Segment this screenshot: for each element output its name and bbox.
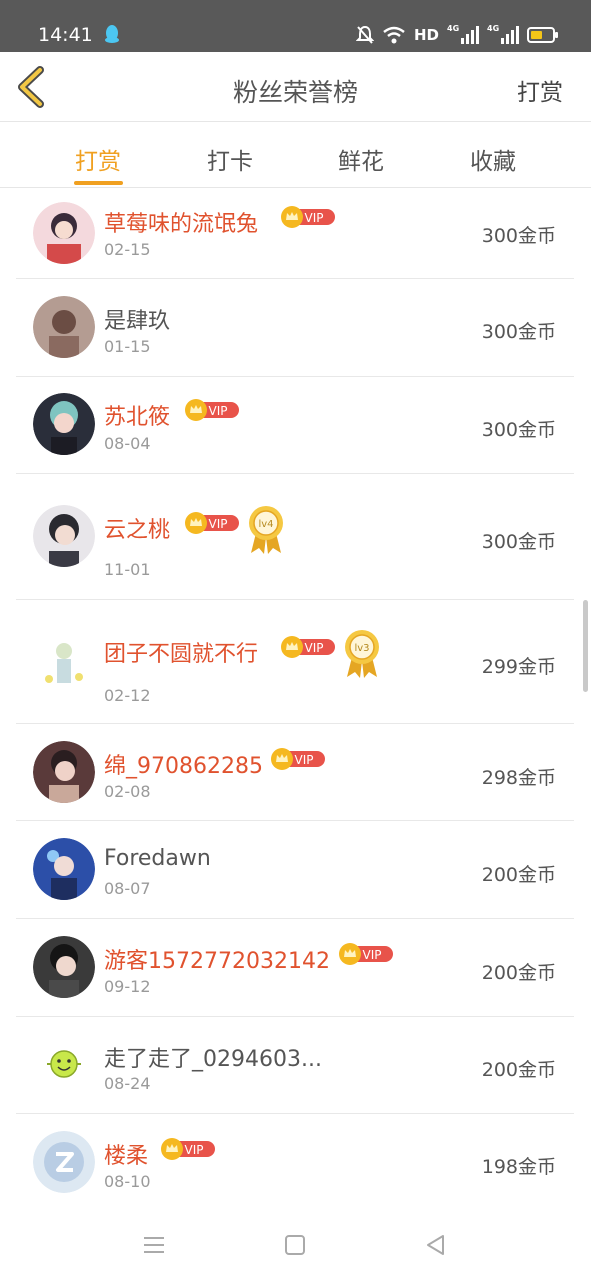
header: 粉丝荣誉榜 打赏 — [0, 52, 591, 122]
avatar — [33, 838, 95, 900]
list-item[interactable]: Foredawn 08-07 200金币 — [16, 821, 574, 919]
reward-amount: 299金币 — [481, 656, 556, 678]
network-type-label: 4G — [447, 24, 460, 33]
user-name: 云之桃 — [104, 518, 171, 543]
reward-amount: 300金币 — [481, 419, 556, 441]
avatar — [33, 936, 95, 998]
avatar — [33, 1033, 95, 1095]
reward-date: 02-12 — [104, 686, 151, 705]
reward-amount: 198金币 — [481, 1156, 556, 1178]
reward-amount: 298金币 — [481, 767, 556, 789]
level-medal-icon: lv4 — [249, 506, 283, 554]
vip-badge-text: VIP — [209, 404, 228, 418]
user-name: 游客1572772032142 — [104, 949, 330, 974]
status-bar: 14:41 HD 4G 4G — [0, 0, 591, 52]
tab-checkin[interactable]: 打卡 — [190, 142, 270, 176]
reward-date: 08-07 — [104, 879, 151, 898]
list-item[interactable]: 是肆玖 01-15 300金币 — [16, 279, 574, 377]
list-item[interactable]: 团子不圆就不行 VIP lv3 02-12 299金币 — [16, 600, 574, 724]
back-triangle-icon[interactable] — [423, 1232, 449, 1258]
vip-badge-icon: VIP — [185, 399, 239, 421]
reward-date: 08-04 — [104, 434, 151, 453]
reward-amount: 200金币 — [481, 962, 556, 984]
avatar — [33, 631, 95, 693]
user-name: 苏北筱 — [104, 405, 171, 430]
tab-bar: 打赏 打卡 鲜花 收藏 — [0, 122, 591, 188]
reward-amount: 300金币 — [481, 531, 556, 553]
reward-amount: 300金币 — [481, 225, 556, 247]
user-name: 草莓味的流氓兔 — [104, 212, 259, 237]
tab-reward[interactable]: 打赏 — [58, 142, 138, 176]
list-item[interactable]: 走了走了_0294603... 08-24 200金币 — [16, 1017, 574, 1114]
avatar — [33, 505, 95, 567]
page-title: 粉丝荣誉榜 — [232, 78, 358, 107]
reward-date: 01-15 — [104, 337, 151, 356]
hd-label: HD — [413, 26, 439, 44]
medal-level-text: lv4 — [258, 519, 273, 530]
reward-amount: 300金币 — [481, 321, 556, 343]
battery-icon — [527, 27, 558, 43]
list-item[interactable]: 绵_970862285 VIP 02-08 298金币 — [16, 724, 574, 821]
menu-icon[interactable] — [141, 1232, 167, 1258]
reward-date: 08-24 — [104, 1074, 151, 1093]
tab-indicator — [74, 181, 123, 185]
qq-penguin-icon — [105, 25, 119, 43]
home-square-icon[interactable] — [282, 1232, 308, 1258]
vip-badge-icon: VIP — [281, 636, 335, 658]
user-name: 绵_970862285 — [104, 754, 263, 779]
scrollbar[interactable] — [583, 600, 588, 692]
vip-badge-icon: VIP — [339, 943, 393, 965]
reward-date: 09-12 — [104, 977, 151, 996]
avatar — [33, 393, 95, 455]
user-name: 团子不圆就不行 — [104, 642, 259, 667]
tab-flowers[interactable]: 鲜花 — [321, 142, 401, 176]
medal-level-text: lv3 — [354, 643, 369, 654]
network-type-label-2: 4G — [487, 24, 500, 33]
list-item[interactable]: 云之桃 VIP lv4 11-01 300金币 — [16, 474, 574, 600]
vip-badge-text: VIP — [295, 753, 314, 767]
list-item[interactable]: 楼柔 VIP 08-10 198金币 — [16, 1114, 574, 1210]
reward-amount: 200金币 — [481, 864, 556, 886]
wifi-icon — [383, 26, 405, 44]
user-name: 楼柔 — [104, 1144, 149, 1169]
list-item[interactable]: 苏北筱 VIP 08-04 300金币 — [16, 377, 574, 474]
avatar — [33, 1131, 95, 1193]
vip-badge-icon: VIP — [281, 206, 335, 228]
reward-amount: 200金币 — [481, 1059, 556, 1081]
avatar — [33, 202, 95, 264]
vip-badge-text: VIP — [363, 948, 382, 962]
status-time: 14:41 — [38, 24, 93, 46]
vip-badge-text: VIP — [185, 1143, 204, 1157]
user-name: 走了走了_0294603... — [104, 1047, 322, 1072]
system-nav-bar — [0, 1210, 591, 1280]
vip-badge-text: VIP — [209, 517, 228, 531]
reward-button[interactable]: 打赏 — [517, 73, 563, 107]
reward-date: 08-10 — [104, 1172, 151, 1191]
avatar — [33, 296, 95, 358]
list-item[interactable]: 游客1572772032142 VIP 09-12 200金币 — [16, 919, 574, 1017]
vip-badge-text: VIP — [305, 641, 324, 655]
signal-icon-2: 4G — [487, 24, 519, 44]
list-item[interactable]: 草莓味的流氓兔 VIP 02-15 300金币 — [16, 189, 574, 279]
level-medal-icon: lv3 — [345, 630, 379, 678]
reward-date: 02-15 — [104, 240, 151, 259]
user-name: 是肆玖 — [104, 309, 171, 334]
mute-bell-icon — [355, 25, 374, 44]
vip-badge-icon: VIP — [161, 1138, 215, 1160]
vip-badge-icon: VIP — [185, 512, 239, 534]
reward-date: 02-08 — [104, 782, 151, 801]
reward-date: 11-01 — [104, 560, 151, 579]
avatar — [33, 741, 95, 803]
tab-favorites[interactable]: 收藏 — [453, 142, 533, 176]
user-name: Foredawn — [104, 846, 211, 871]
signal-icon: 4G — [447, 24, 479, 44]
vip-badge-text: VIP — [305, 211, 324, 225]
vip-badge-icon: VIP — [271, 748, 325, 770]
